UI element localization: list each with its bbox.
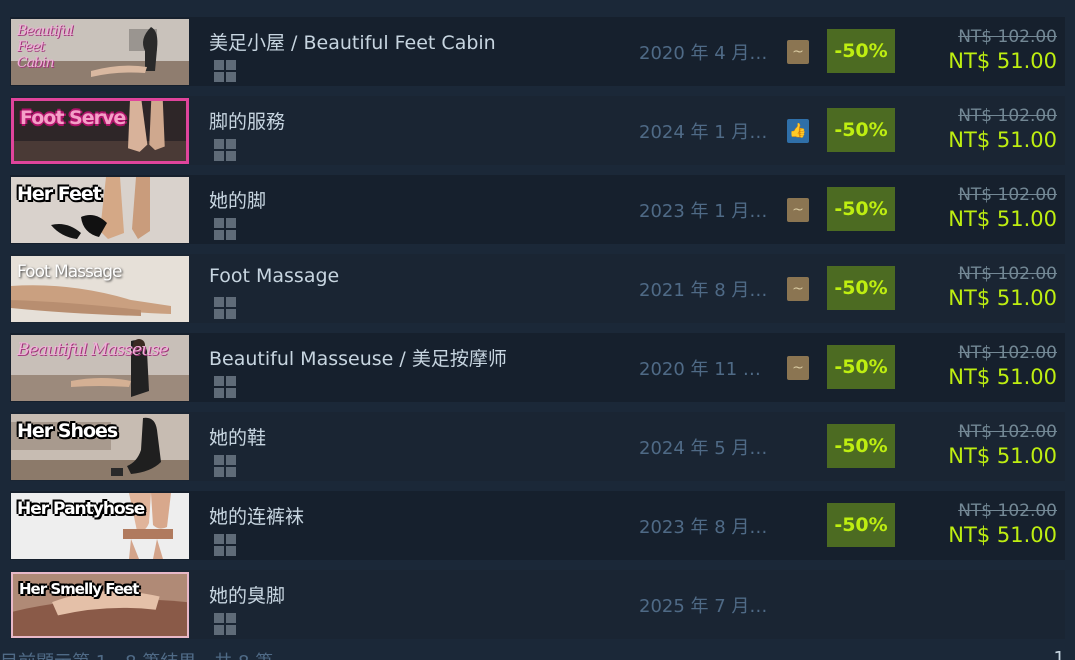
- release-date: 2025 年 7 月…: [639, 596, 768, 617]
- windows-icon: [214, 613, 237, 636]
- game-title[interactable]: 美足小屋 / Beautiful Feet Cabin: [209, 28, 496, 55]
- release-date: 2021 年 8 月…: [639, 280, 768, 301]
- game-capsule-image[interactable]: Foot Massage: [11, 256, 189, 322]
- game-capsule-image[interactable]: Her Feet: [11, 177, 189, 243]
- search-result-row[interactable]: Her Shoes 她的鞋 2024 年 5 月… -50% NT$ 102.0…: [10, 412, 1065, 481]
- release-date: 2023 年 8 月…: [639, 517, 768, 538]
- discount-badge: -50%: [827, 266, 895, 310]
- original-price: NT$ 102.00: [958, 264, 1057, 284]
- capsule-title-text: Her Smelly Feet: [19, 580, 139, 598]
- search-result-row[interactable]: Her Feet 她的脚 2023 年 1 月… ~ -50% NT$ 102.…: [10, 175, 1065, 244]
- capsule-title-text: Beautiful Feet Cabin: [17, 23, 74, 71]
- discount-badge: -50%: [827, 424, 895, 468]
- discount-badge: -50%: [827, 187, 895, 231]
- game-capsule-image[interactable]: Her Shoes: [11, 414, 189, 480]
- final-price: NT$ 51.00: [948, 207, 1057, 231]
- capsule-title-text: Her Shoes: [17, 420, 118, 442]
- final-price: NT$ 51.00: [948, 128, 1057, 152]
- capsule-title-text: Her Feet: [17, 183, 102, 205]
- game-capsule-image[interactable]: Beautiful Feet Cabin: [11, 19, 189, 85]
- discount-badge: -50%: [827, 108, 895, 152]
- discount-badge: -50%: [827, 29, 895, 73]
- final-price: NT$ 51.00: [948, 444, 1057, 468]
- search-result-row[interactable]: Foot Massage Foot Massage 2021 年 8 月… ~ …: [10, 254, 1065, 323]
- windows-icon: [214, 60, 237, 83]
- original-price: NT$ 102.00: [958, 501, 1057, 521]
- search-result-row[interactable]: Foot Serve 脚的服務 2024 年 1 月… 👍 -50% NT$ 1…: [10, 96, 1065, 165]
- search-result-row[interactable]: Her Pantyhose 她的连裤袜 2023 年 8 月… -50% NT$…: [10, 491, 1065, 560]
- game-title[interactable]: 她的连裤袜: [209, 502, 304, 529]
- release-date: 2023 年 1 月…: [639, 201, 768, 222]
- mixed-review-icon[interactable]: ~: [787, 356, 809, 380]
- original-price: NT$ 102.00: [958, 106, 1057, 126]
- game-title[interactable]: 她的鞋: [209, 423, 266, 450]
- capsule-title-text: Beautiful Masseuse: [17, 340, 169, 360]
- search-result-row[interactable]: Beautiful Masseuse Beautiful Masseuse / …: [10, 333, 1065, 402]
- game-capsule-image[interactable]: Her Pantyhose: [11, 493, 189, 559]
- final-price: NT$ 51.00: [948, 286, 1057, 310]
- game-capsule-image[interactable]: Her Smelly Feet: [11, 572, 189, 638]
- windows-icon: [214, 534, 237, 557]
- final-price: NT$ 51.00: [948, 523, 1057, 547]
- release-date: 2024 年 1 月…: [639, 122, 768, 143]
- game-capsule-image[interactable]: Beautiful Masseuse: [11, 335, 189, 401]
- windows-icon: [214, 139, 237, 162]
- mixed-review-icon[interactable]: ~: [787, 277, 809, 301]
- results-footer: 目前顯示第 1 - 8 筆結果，共 8 筆 1: [0, 646, 1075, 660]
- original-price: NT$ 102.00: [958, 343, 1057, 363]
- search-result-row[interactable]: Beautiful Feet Cabin 美足小屋 / Beautiful Fe…: [10, 17, 1065, 86]
- capsule-title-text: Foot Serve: [20, 107, 126, 129]
- windows-icon: [214, 376, 237, 399]
- mixed-review-icon[interactable]: ~: [787, 40, 809, 64]
- results-summary: 目前顯示第 1 - 8 筆結果，共 8 筆: [0, 648, 273, 660]
- pagination-page-1[interactable]: 1: [1054, 648, 1065, 660]
- windows-icon: [214, 297, 237, 320]
- game-title[interactable]: 脚的服務: [209, 107, 285, 134]
- discount-badge: -50%: [827, 345, 895, 389]
- mixed-review-icon[interactable]: ~: [787, 198, 809, 222]
- thumbs-up-review-icon[interactable]: 👍: [787, 119, 809, 143]
- game-title[interactable]: 她的脚: [209, 186, 266, 213]
- search-result-row[interactable]: Her Smelly Feet 她的臭脚 2025 年 7 月…: [10, 570, 1065, 639]
- capsule-title-text: Her Pantyhose: [17, 499, 145, 519]
- original-price: NT$ 102.00: [958, 27, 1057, 47]
- windows-icon: [214, 218, 237, 241]
- capsule-title-text: Foot Massage: [17, 262, 123, 282]
- game-title[interactable]: Beautiful Masseuse / 美足按摩师: [209, 344, 507, 371]
- game-title[interactable]: Foot Massage: [209, 265, 339, 287]
- game-title[interactable]: 她的臭脚: [209, 581, 285, 608]
- original-price: NT$ 102.00: [958, 185, 1057, 205]
- release-date: 2024 年 5 月…: [639, 438, 768, 459]
- windows-icon: [214, 455, 237, 478]
- final-price: NT$ 51.00: [948, 365, 1057, 389]
- discount-badge: -50%: [827, 503, 895, 547]
- final-price: NT$ 51.00: [948, 49, 1057, 73]
- release-date: 2020 年 4 月…: [639, 43, 768, 64]
- original-price: NT$ 102.00: [958, 422, 1057, 442]
- release-date: 2020 年 11 …: [639, 359, 761, 380]
- game-capsule-image[interactable]: Foot Serve: [11, 98, 189, 164]
